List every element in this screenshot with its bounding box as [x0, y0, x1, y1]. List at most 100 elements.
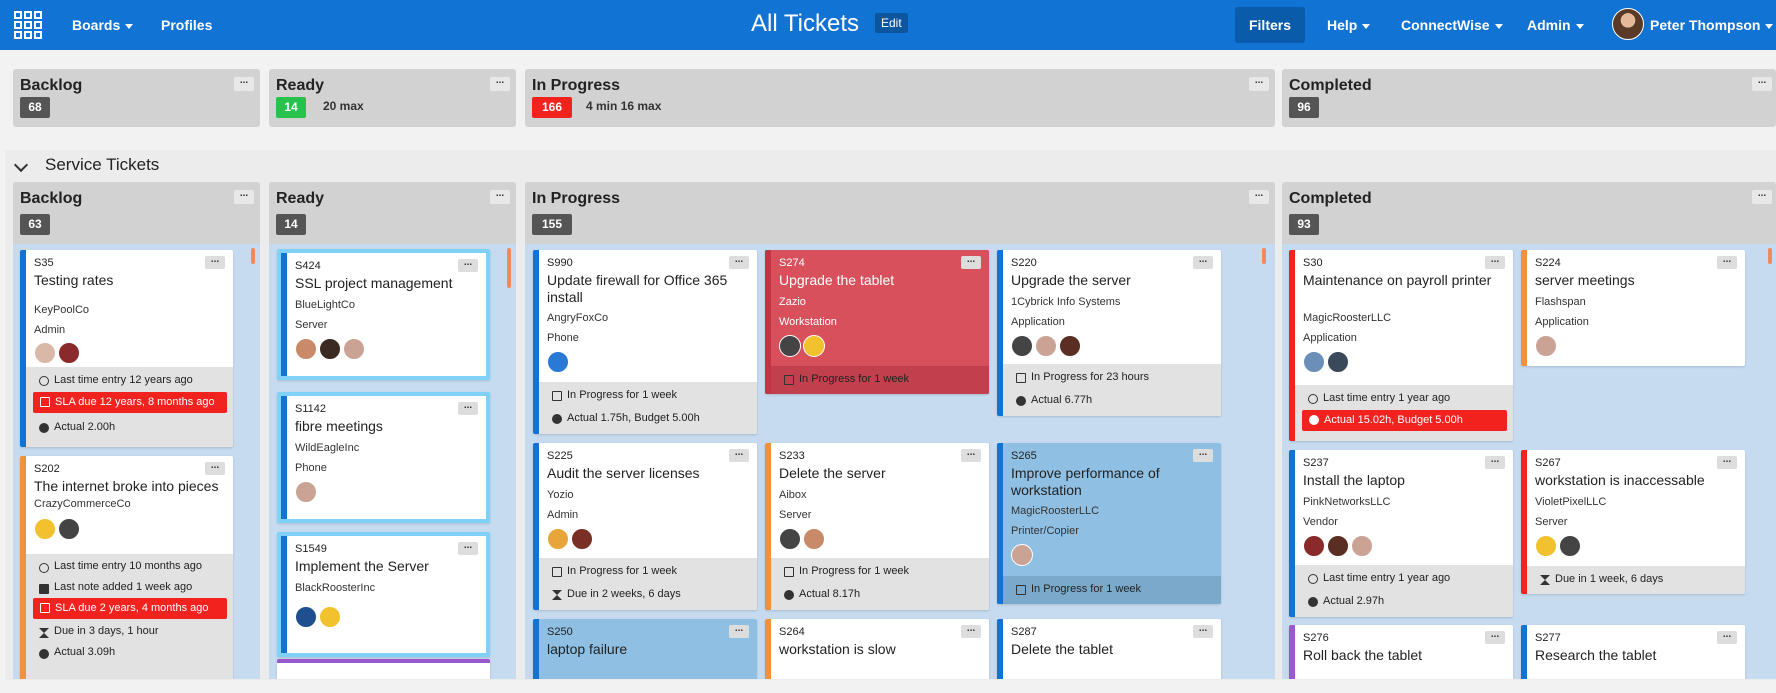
footer-text: In Progress for 1 week [567, 389, 678, 401]
apps-grid-icon[interactable] [14, 11, 42, 39]
more-dots-icon[interactable]: ... [729, 448, 749, 462]
more-dots-icon[interactable]: ... [205, 255, 225, 269]
more-dots-icon[interactable]: ... [1752, 76, 1772, 91]
ticket-card[interactable]: S277 ... Research the tablet [1521, 625, 1745, 679]
assignee-avatars [779, 528, 827, 550]
more-dots-icon[interactable]: ... [458, 401, 478, 415]
wip-limit: 4 min 16 max [586, 99, 662, 113]
more-dots-icon[interactable]: ... [458, 541, 478, 555]
footer-line: Last time entry 1 year ago [1295, 387, 1513, 410]
ticket-card[interactable]: S237 ... Install the laptop PinkNetworks… [1289, 450, 1513, 617]
more-dots-icon[interactable]: ... [1193, 624, 1213, 638]
count-badge: 68 [20, 97, 50, 118]
footer-text: Due in 1 week, 6 days [1555, 573, 1664, 585]
ticket-card[interactable]: S264 ... workstation is slow [765, 619, 989, 679]
more-dots-icon[interactable]: ... [1717, 255, 1737, 269]
more-dots-icon[interactable]: ... [729, 624, 749, 638]
ticket-card[interactable]: S220 ... Upgrade the server 1Cybrick Inf… [997, 250, 1221, 416]
caret-down-icon [1362, 23, 1371, 29]
ticket-company: KeyPoolCo [34, 304, 90, 316]
ticket-card[interactable]: S990 ... Update firewall for Office 365 … [533, 250, 757, 434]
more-dots-icon[interactable]: ... [1485, 630, 1505, 644]
profiles-link[interactable]: Profiles [161, 0, 212, 50]
ticket-card[interactable]: S1142 ... fibre meetings WildEagleInc Ph… [277, 392, 490, 523]
ticket-card-partial[interactable] [277, 659, 490, 679]
ticket-card[interactable]: S276 ... Roll back the tablet [1289, 625, 1513, 679]
filters-button[interactable]: Filters [1235, 7, 1305, 43]
ticket-company: CrazyCommerceCo [34, 498, 131, 510]
more-dots-icon[interactable]: ... [490, 189, 510, 204]
scrollbar[interactable] [251, 248, 255, 264]
help-menu[interactable]: Help [1327, 0, 1371, 50]
more-dots-icon[interactable]: ... [1193, 448, 1213, 462]
ticket-card[interactable]: S265 ... Improve performance of workstat… [997, 443, 1221, 604]
scrollbar[interactable] [1262, 248, 1266, 264]
note-icon [39, 584, 49, 594]
more-dots-icon[interactable]: ... [205, 461, 225, 475]
footer-line: Actual 1.75h, Budget 5.00h [539, 407, 757, 430]
more-dots-icon[interactable]: ... [1717, 455, 1737, 469]
card-footer: Last time entry 10 months ago Last note … [26, 554, 233, 679]
more-dots-icon[interactable]: ... [490, 76, 510, 91]
caret-down-icon [1494, 23, 1503, 29]
ticket-title: Delete the server [779, 465, 886, 481]
ticket-id: S35 [34, 257, 54, 269]
more-dots-icon[interactable]: ... [729, 255, 749, 269]
user-menu[interactable]: Peter Thompson [1650, 0, 1774, 50]
footer-text: Last time entry 12 years ago [54, 374, 193, 386]
more-dots-icon[interactable]: ... [961, 448, 981, 462]
avatar [1559, 535, 1581, 557]
user-avatar[interactable] [1612, 8, 1644, 40]
ticket-type: Phone [295, 462, 327, 474]
more-dots-icon[interactable]: ... [1752, 189, 1772, 204]
footer-line: Last time entry 12 years ago [26, 369, 233, 392]
more-dots-icon[interactable]: ... [234, 76, 254, 91]
priority-bar [281, 253, 287, 376]
more-dots-icon[interactable]: ... [458, 258, 478, 272]
admin-menu[interactable]: Admin [1527, 0, 1584, 50]
scrollbar[interactable] [507, 248, 511, 288]
more-dots-icon[interactable]: ... [1249, 189, 1269, 204]
assignee-avatars [295, 481, 319, 503]
card-footer: In Progress for 1 week Due in 2 weeks, 6… [539, 558, 757, 610]
more-dots-icon[interactable]: ... [1193, 255, 1213, 269]
ticket-card[interactable]: S233 ... Delete the server Aibox Server … [765, 443, 989, 610]
ticket-title: fibre meetings [295, 418, 383, 434]
footer-line: In Progress for 1 week [539, 384, 757, 407]
lane-ready: S424 ... SSL project management BlueLigh… [269, 244, 516, 679]
avatar [1327, 351, 1349, 373]
ticket-card[interactable]: S35 ... Testing rates KeyPoolCo Admin La… [20, 250, 233, 447]
ticket-card[interactable]: S424 ... SSL project management BlueLigh… [277, 249, 490, 380]
edit-title-button[interactable]: Edit [875, 13, 908, 33]
more-dots-icon[interactable]: ... [961, 624, 981, 638]
more-dots-icon[interactable]: ... [1485, 455, 1505, 469]
ticket-card[interactable]: S267 ... workstation is inaccessable Vio… [1521, 450, 1745, 594]
ticket-card[interactable]: S202 ... The internet broke into pieces … [20, 456, 233, 679]
ticket-company: Yozio [547, 489, 574, 501]
ticket-card[interactable]: S30 ... Maintenance on payroll printer M… [1289, 250, 1513, 441]
more-dots-icon[interactable]: ... [1717, 630, 1737, 644]
ticket-card[interactable]: S1549 ... Implement the Server BlackRoos… [277, 532, 490, 657]
more-dots-icon[interactable]: ... [1249, 76, 1269, 91]
more-dots-icon[interactable]: ... [234, 189, 254, 204]
ticket-card[interactable]: S250 ... laptop failure [533, 619, 757, 679]
ticket-card[interactable]: S274 ... Upgrade the tablet Zazio Workst… [765, 250, 989, 394]
ticket-card[interactable]: S224 ... server meetings Flashspan Appli… [1521, 250, 1745, 366]
boards-menu[interactable]: Boards [72, 0, 134, 50]
card-footer: In Progress for 1 week Actual 1.75h, Bud… [539, 382, 757, 434]
more-dots-icon[interactable]: ... [1485, 255, 1505, 269]
ticket-card[interactable]: S225 ... Audit the server licenses Yozio… [533, 443, 757, 610]
ticket-company: Flashspan [1535, 296, 1586, 308]
ticket-card[interactable]: S287 ... Delete the tablet [997, 619, 1221, 679]
footer-text: Actual 2.00h [54, 421, 116, 433]
footer-text: In Progress for 1 week [799, 565, 910, 577]
connectwise-menu[interactable]: ConnectWise [1401, 0, 1503, 50]
more-dots-icon[interactable]: ... [961, 255, 981, 269]
avatar [1303, 351, 1325, 373]
avatar [1035, 335, 1057, 357]
avatar [295, 338, 317, 360]
ticket-company: MagicRoosterLLC [1011, 505, 1100, 517]
footer-text: Last time entry 10 months ago [54, 560, 202, 572]
card-footer: Last time entry 1 year ago Actual 15.02h… [1295, 385, 1513, 441]
scrollbar[interactable] [1768, 248, 1772, 264]
